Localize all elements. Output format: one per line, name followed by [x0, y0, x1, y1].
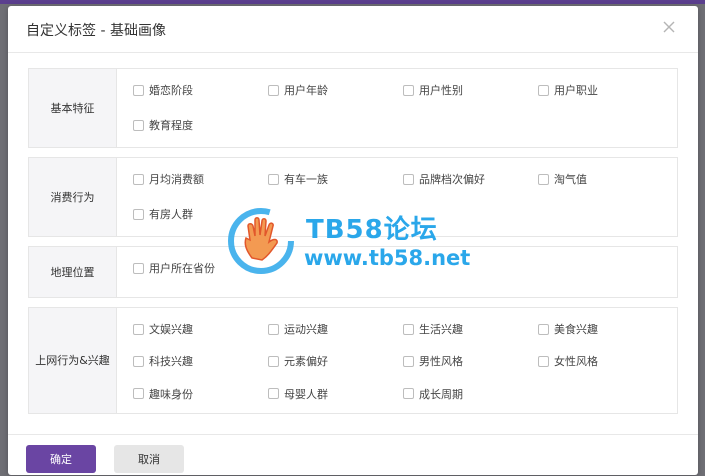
option-checkbox[interactable]: 文娱兴趣	[133, 320, 268, 338]
option-label: 趣味身份	[149, 387, 193, 401]
option-label: 用户职业	[554, 84, 598, 97]
checkbox-unchecked-icon	[133, 355, 144, 367]
checkbox-unchecked-icon	[268, 388, 279, 400]
dialog-header: 自定义标签 - 基础画像	[8, 6, 698, 53]
dialog-footer: 确定 取消	[8, 434, 698, 476]
close-icon	[663, 21, 675, 33]
option-label: 用户所在省份	[149, 262, 215, 275]
option-list: 文娱兴趣 运动兴趣 生活兴趣 美食兴趣 科技兴趣 元素偏好 男性风格 女性风格 …	[117, 308, 677, 413]
option-label: 婚恋阶段	[149, 84, 193, 97]
option-label: 用户年龄	[284, 84, 328, 97]
option-label: 科技兴趣	[149, 355, 193, 369]
option-list: 用户所在省份	[117, 247, 677, 297]
checkbox-unchecked-icon	[403, 173, 414, 185]
option-label: 男性风格	[419, 355, 463, 369]
option-label: 淘气值	[554, 173, 587, 186]
option-label: 生活兴趣	[419, 323, 463, 336]
checkbox-unchecked-icon	[268, 84, 279, 96]
checkbox-unchecked-icon	[133, 173, 144, 185]
option-checkbox[interactable]: 月均消费额	[133, 170, 268, 188]
option-checkbox[interactable]: 女性风格	[538, 352, 673, 370]
checkbox-unchecked-icon	[133, 262, 144, 274]
checkbox-unchecked-icon	[268, 355, 279, 367]
section-label: 上网行为&兴趣	[29, 308, 117, 413]
checkbox-unchecked-icon	[403, 388, 414, 400]
option-label: 品牌档次偏好	[419, 173, 485, 186]
checkbox-unchecked-icon	[403, 323, 414, 335]
checkbox-unchecked-icon	[133, 388, 144, 400]
checkbox-unchecked-icon	[538, 173, 549, 185]
option-label: 女性风格	[554, 355, 598, 369]
option-checkbox[interactable]: 婚恋阶段	[133, 81, 268, 99]
close-button[interactable]	[660, 18, 678, 36]
option-checkbox[interactable]: 用户年龄	[268, 81, 403, 99]
confirm-button[interactable]: 确定	[26, 445, 96, 473]
option-checkbox[interactable]: 有房人群	[133, 205, 268, 223]
option-label: 教育程度	[149, 119, 193, 132]
custom-tags-dialog: 自定义标签 - 基础画像 基本特征 婚恋阶段 用户年龄 用户性别 用户职业 教育…	[8, 6, 698, 475]
option-label: 有房人群	[149, 208, 193, 221]
dialog-title: 自定义标签 - 基础画像	[26, 23, 166, 39]
checkbox-unchecked-icon	[538, 355, 549, 367]
section-geo-location: 地理位置 用户所在省份	[28, 246, 678, 298]
option-checkbox[interactable]: 成长周期	[403, 385, 538, 403]
option-checkbox[interactable]: 趣味身份	[133, 385, 268, 403]
option-label: 用户性别	[419, 84, 463, 97]
option-checkbox[interactable]: 用户职业	[538, 81, 673, 99]
checkbox-unchecked-icon	[403, 355, 414, 367]
option-checkbox[interactable]: 有车一族	[268, 170, 403, 188]
tag-sections: 基本特征 婚恋阶段 用户年龄 用户性别 用户职业 教育程度 消费行为 月均消费额…	[28, 68, 678, 423]
checkbox-unchecked-icon	[133, 119, 144, 131]
option-checkbox[interactable]: 用户性别	[403, 81, 538, 99]
option-label: 成长周期	[419, 387, 463, 401]
option-list: 婚恋阶段 用户年龄 用户性别 用户职业 教育程度	[117, 69, 677, 147]
section-label: 消费行为	[29, 158, 117, 236]
option-checkbox[interactable]: 科技兴趣	[133, 352, 268, 370]
cancel-button[interactable]: 取消	[114, 445, 184, 473]
background-top-strip	[0, 0, 705, 4]
option-checkbox[interactable]: 运动兴趣	[268, 320, 403, 338]
option-label: 元素偏好	[284, 355, 328, 369]
option-label: 美食兴趣	[554, 323, 598, 336]
section-consumption-behavior: 消费行为 月均消费额 有车一族 品牌档次偏好 淘气值 有房人群	[28, 157, 678, 237]
checkbox-unchecked-icon	[133, 323, 144, 335]
option-checkbox[interactable]: 淘气值	[538, 170, 673, 188]
option-label: 月均消费额	[149, 173, 204, 186]
section-label: 基本特征	[29, 69, 117, 147]
checkbox-unchecked-icon	[403, 84, 414, 96]
option-checkbox[interactable]: 教育程度	[133, 116, 268, 134]
checkbox-unchecked-icon	[133, 84, 144, 96]
option-checkbox[interactable]: 用户所在省份	[133, 259, 268, 277]
option-label: 有车一族	[284, 173, 328, 186]
option-checkbox[interactable]: 品牌档次偏好	[403, 170, 538, 188]
checkbox-unchecked-icon	[268, 323, 279, 335]
section-label: 地理位置	[29, 247, 117, 297]
section-basic-features: 基本特征 婚恋阶段 用户年龄 用户性别 用户职业 教育程度	[28, 68, 678, 148]
checkbox-unchecked-icon	[268, 173, 279, 185]
option-checkbox[interactable]: 男性风格	[403, 352, 538, 370]
checkbox-unchecked-icon	[133, 208, 144, 220]
option-label: 文娱兴趣	[149, 323, 193, 336]
checkbox-unchecked-icon	[538, 84, 549, 96]
option-checkbox[interactable]: 元素偏好	[268, 352, 403, 370]
option-checkbox[interactable]: 母婴人群	[268, 385, 403, 403]
section-online-behavior-interests: 上网行为&兴趣 文娱兴趣 运动兴趣 生活兴趣 美食兴趣 科技兴趣 元素偏好 男性…	[28, 307, 678, 414]
option-label: 母婴人群	[284, 387, 328, 401]
option-list: 月均消费额 有车一族 品牌档次偏好 淘气值 有房人群	[117, 158, 677, 236]
option-label: 运动兴趣	[284, 323, 328, 336]
option-checkbox[interactable]: 美食兴趣	[538, 320, 673, 338]
checkbox-unchecked-icon	[538, 323, 549, 335]
option-checkbox[interactable]: 生活兴趣	[403, 320, 538, 338]
